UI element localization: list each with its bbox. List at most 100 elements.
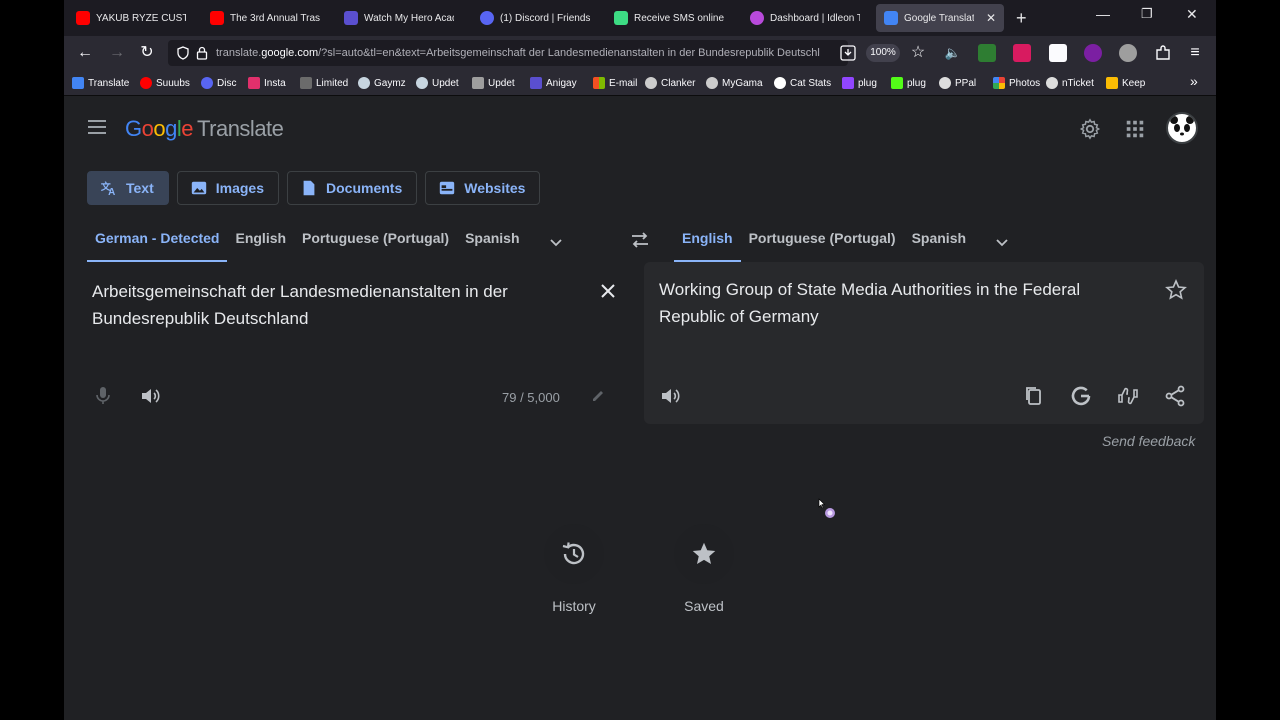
bookmark-disc[interactable]: Disc xyxy=(201,75,236,91)
bookmark-plug-kick[interactable]: plug xyxy=(891,75,926,91)
bookmark-clanker[interactable]: Clanker xyxy=(645,75,695,91)
bookmark-label: Translate xyxy=(88,77,130,89)
url-path: /?sl=auto&tl=en&text=Arbeitsgemeinschaft… xyxy=(318,47,820,59)
bookmark-cat-stats[interactable]: Cat Stats xyxy=(774,75,831,91)
bookmark-email[interactable]: E-mail xyxy=(593,75,637,91)
bookmark-photos[interactable]: Photos xyxy=(993,75,1040,91)
tab-idleon[interactable]: Dashboard | Idleon To xyxy=(742,4,870,32)
documents-mode-button[interactable]: Documents xyxy=(287,171,418,205)
app-menu-icon[interactable]: ≡ xyxy=(1184,42,1206,64)
minimize-icon[interactable]: — xyxy=(1096,6,1110,22)
reload-icon[interactable]: ↻ xyxy=(136,42,158,64)
close-window-icon[interactable]: ✕ xyxy=(1186,6,1198,23)
bookmark-ppal[interactable]: PPal xyxy=(939,75,976,91)
clanker-icon xyxy=(645,77,657,89)
bookmark-label: Limited xyxy=(316,77,349,89)
extensions-puzzle-icon[interactable] xyxy=(1154,44,1172,62)
microphone-icon[interactable] xyxy=(92,384,114,406)
limited-icon xyxy=(300,77,312,89)
bookmark-nticket[interactable]: nTicket xyxy=(1046,75,1094,91)
text-mode-button[interactable]: 文A Text xyxy=(87,171,169,205)
edit-pencil-icon[interactable] xyxy=(590,388,606,404)
mouse-cursor-icon xyxy=(818,498,835,518)
main-menu-icon[interactable] xyxy=(88,120,106,134)
globe-icon xyxy=(1046,77,1058,89)
clear-source-icon[interactable] xyxy=(597,280,619,302)
tab-hianime[interactable]: Watch My Hero Acad xyxy=(336,4,464,32)
svg-text:A: A xyxy=(108,187,115,197)
url-bar[interactable]: translate.google.com/?sl=auto&tl=en&text… xyxy=(168,40,848,66)
tab-bar: YAKUB RYZE CUSTOM The 3rd Annual Trash W… xyxy=(64,0,1216,36)
extension-mic-icon[interactable] xyxy=(1013,44,1031,62)
source-lang-portuguese[interactable]: Portuguese (Portugal) xyxy=(302,222,449,262)
download-icon[interactable] xyxy=(840,45,856,61)
bookmark-mygama[interactable]: MyGama xyxy=(706,75,763,91)
bookmark-star-icon[interactable]: ☆ xyxy=(907,42,929,64)
zoom-level[interactable]: 100% xyxy=(866,44,900,62)
target-lang-portuguese[interactable]: Portuguese (Portugal) xyxy=(749,222,896,262)
source-lang-spanish[interactable]: Spanish xyxy=(465,222,519,262)
keep-icon xyxy=(1106,77,1118,89)
bookmark-keep[interactable]: Keep xyxy=(1106,75,1145,91)
tab-youtube-1[interactable]: YAKUB RYZE CUSTOM xyxy=(68,4,196,32)
copy-icon[interactable] xyxy=(1022,384,1046,408)
websites-mode-button[interactable]: Websites xyxy=(425,171,541,205)
new-tab-icon[interactable]: + xyxy=(1016,8,1027,29)
bookmark-label: nTicket xyxy=(1062,77,1094,89)
target-lang-english[interactable]: English xyxy=(674,222,741,262)
bookmark-suuubs[interactable]: Suuubs xyxy=(140,75,190,91)
speaker-icon[interactable]: 🔈 xyxy=(942,42,964,64)
tab-google-translate[interactable]: Google Translate ✕ xyxy=(876,4,1004,32)
chevron-down-icon[interactable] xyxy=(546,232,566,252)
more-bookmarks-icon[interactable]: » xyxy=(1190,73,1198,89)
bookmark-anigay[interactable]: Anigay xyxy=(530,75,577,91)
bookmark-label: Keep xyxy=(1122,77,1146,89)
images-mode-button[interactable]: Images xyxy=(176,171,279,205)
translation-panel: Working Group of State Media Authorities… xyxy=(644,262,1204,424)
tab-sms[interactable]: Receive SMS online U xyxy=(606,4,734,32)
close-tab-icon[interactable]: ✕ xyxy=(986,11,996,25)
source-lang-detected[interactable]: German - Detected xyxy=(86,222,229,262)
bookmark-label: Disc xyxy=(217,77,237,89)
target-lang-spanish[interactable]: Spanish xyxy=(912,222,966,262)
save-translation-star-icon[interactable] xyxy=(1164,278,1188,302)
google-translate-logo[interactable]: Google Translate xyxy=(125,116,284,142)
translate-icon xyxy=(884,11,898,25)
steam-icon xyxy=(358,77,370,89)
listen-translation-icon[interactable] xyxy=(658,384,682,408)
bookmark-translate[interactable]: Translate xyxy=(72,75,129,91)
saved-button[interactable]: Saved xyxy=(664,524,744,614)
bookmark-plug-twitch[interactable]: plug xyxy=(842,75,877,91)
google-lens-icon[interactable] xyxy=(1069,384,1093,408)
extension-badge-icon[interactable] xyxy=(1084,44,1102,62)
extension-glasses-icon[interactable] xyxy=(1119,44,1137,62)
back-icon[interactable]: ← xyxy=(74,42,96,64)
rate-translation-icon[interactable] xyxy=(1116,384,1140,408)
extension-tiktok-icon[interactable] xyxy=(1049,44,1067,62)
bookmark-insta[interactable]: Insta xyxy=(248,75,286,91)
tab-youtube-2[interactable]: The 3rd Annual Trash xyxy=(202,4,330,32)
settings-gear-icon[interactable] xyxy=(1079,118,1101,140)
browser-window: YAKUB RYZE CUSTOM The 3rd Annual Trash W… xyxy=(64,0,1216,720)
apps-grid-icon[interactable] xyxy=(1124,118,1146,140)
youtube-icon xyxy=(140,77,152,89)
history-button[interactable]: History xyxy=(534,524,614,614)
share-icon[interactable] xyxy=(1163,384,1187,408)
bookmark-label: Suuubs xyxy=(156,77,190,89)
bookmark-updet-1[interactable]: Updet xyxy=(416,75,459,91)
bookmark-limited[interactable]: Limited xyxy=(300,75,348,91)
chevron-down-icon[interactable] xyxy=(992,232,1012,252)
mode-selector: 文A Text Images Documents Websites xyxy=(87,171,541,205)
forward-icon[interactable]: → xyxy=(106,42,128,64)
source-lang-english[interactable]: English xyxy=(235,222,286,262)
send-feedback-link[interactable]: Send feedback xyxy=(1102,433,1195,449)
extension-music-icon[interactable] xyxy=(978,44,996,62)
source-text-input[interactable]: Arbeitsgemeinschaft der Landesmedienanst… xyxy=(92,278,562,332)
restore-icon[interactable]: ❐ xyxy=(1141,6,1153,22)
swap-languages-icon[interactable] xyxy=(628,228,652,252)
account-avatar[interactable] xyxy=(1166,112,1198,144)
listen-source-icon[interactable] xyxy=(138,384,162,408)
bookmark-gaymz[interactable]: Gaymz xyxy=(358,75,406,91)
bookmark-updet-2[interactable]: Updet xyxy=(472,75,515,91)
tab-discord[interactable]: (1) Discord | Friends xyxy=(472,4,600,32)
